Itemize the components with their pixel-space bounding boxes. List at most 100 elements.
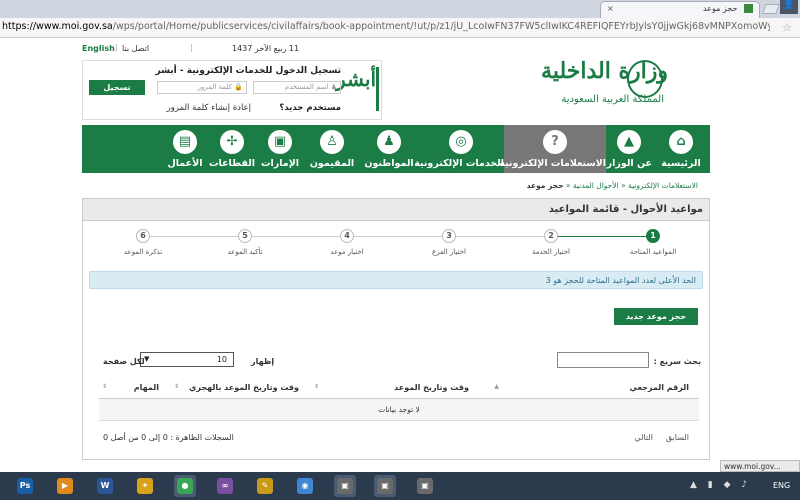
top-links-bar: 11 ربيع الآخر 1437 | اتصل بنا | English — [82, 42, 710, 56]
taskbar-app[interactable]: ◉ — [294, 475, 316, 497]
password-placeholder: كلمة المرور — [197, 83, 233, 91]
user-profile-icon[interactable]: 👤 — [780, 0, 798, 14]
nav-label: الرئيسية — [661, 158, 701, 169]
nav-item-about[interactable]: ▲ عن الوزارة — [601, 125, 652, 173]
step-label: اختيار الفرع — [432, 248, 466, 256]
show-label: إظهار — [251, 357, 275, 366]
language-indicator[interactable]: ENG — [773, 481, 790, 490]
moi-page: 11 ربيع الآخر 1437 | اتصل بنا | English … — [82, 38, 710, 460]
nav-item-sectors[interactable]: ✢ القطاعات — [208, 125, 256, 173]
divider: | — [190, 43, 193, 52]
step-3: 3 اختيار الفرع — [404, 229, 494, 256]
residents-icon: ♙ — [320, 130, 344, 154]
panel-title: مواعيد الأحوال - قائمة المواعيد — [83, 199, 709, 221]
system-tray[interactable]: ▲ ▮ ◆ ♪ — [690, 480, 760, 492]
ministry-logo-subtitle: المملكة العربية السعودية — [561, 94, 664, 105]
nav-label: المقيمون — [309, 158, 355, 169]
nav-item-business[interactable]: ▤ الأعمال — [162, 125, 208, 173]
max-appointments-notice: الحد الأعلى لعدد المواعيد المتاحة للحجز … — [89, 271, 703, 289]
contact-us-link[interactable]: اتصل بنا — [122, 44, 149, 53]
sort-icon[interactable]: ⇕ — [102, 383, 107, 390]
nav-item-eservices[interactable]: ◎ الخدمات الإلكترونية — [414, 125, 504, 173]
nav-label: الاستعلامات الإلكترونية — [499, 158, 606, 169]
screen-capture-2-icon: ▣ — [377, 478, 393, 494]
user-icon: ♟ — [328, 83, 337, 91]
step-label: اختيار موعد — [330, 248, 364, 256]
prev-page-link[interactable]: السابق — [666, 433, 689, 442]
taskbar-app[interactable]: W — [94, 475, 116, 497]
appointments-table: الرقم المرجعي ▲ وقت وتاريخ الموعد ⇕ وقت … — [99, 377, 699, 423]
breadcrumb-current: حجز موعد — [526, 181, 564, 190]
breadcrumb-separator: « — [565, 181, 571, 190]
taskbar-app[interactable]: ▣ — [414, 475, 436, 497]
taskbar-app[interactable]: ✦ — [134, 475, 156, 497]
nav-label: عن الوزارة — [601, 158, 652, 169]
dropdown-arrow-icon: ▼ — [144, 355, 150, 363]
english-link[interactable]: English — [82, 44, 115, 53]
new-booking-button[interactable]: حجز موعد جديد — [614, 308, 698, 325]
taskbar-app[interactable]: ✎ — [254, 475, 276, 497]
username-input[interactable]: ♟ اسم المستخدم — [253, 81, 341, 94]
taskbar-app[interactable]: ▣ — [374, 475, 396, 497]
breadcrumb-item-inquiries[interactable]: الاستعلامات الإلكترونية — [628, 181, 698, 190]
address-bar[interactable]: https://www.moi.gov.sa/wps/portal/Home/p… — [0, 18, 800, 38]
column-reference-number[interactable]: الرقم المرجعي — [630, 383, 689, 392]
divider: | — [115, 43, 118, 52]
ministry-logo-title[interactable]: وزارة الداخلية — [541, 58, 668, 84]
word-icon: W — [97, 478, 113, 494]
nav-item-citizens[interactable]: ♟ المواطنون — [360, 125, 418, 173]
appointments-panel: مواعيد الأحوال - قائمة المواعيد 1 المواع… — [82, 198, 710, 460]
status-link-preview: www.moi.gov... — [720, 460, 800, 472]
breadcrumb-item-civil-affairs[interactable]: الأحوال المدنية — [573, 181, 619, 190]
new-tab-button[interactable] — [762, 4, 780, 14]
taskbar-app[interactable]: ▶ — [54, 475, 76, 497]
column-appointment-datetime[interactable]: وقت وتاريخ الموعد — [394, 383, 469, 392]
nav-label: المواطنون — [364, 158, 414, 169]
nav-item-home[interactable]: ⌂ الرئيسية — [652, 125, 710, 173]
taskbar-app[interactable]: ▣ — [334, 475, 356, 497]
photoshop-icon: Ps — [17, 478, 33, 494]
chrome-icon: ● — [177, 478, 193, 494]
step-number: 6 — [136, 229, 150, 243]
quick-search-label: بحث سريع : — [653, 357, 701, 366]
sort-icon[interactable]: ⇕ — [174, 383, 179, 390]
taskbar-app-active[interactable]: ● — [174, 475, 196, 497]
media-player-icon: ▶ — [57, 478, 73, 494]
browser-tab[interactable]: حجز موعد × — [600, 1, 760, 18]
nav-item-inquiries[interactable]: ? الاستعلامات الإلكترونية — [499, 125, 606, 173]
taskbar-app[interactable]: ∞ — [214, 475, 236, 497]
quick-search-input[interactable] — [557, 352, 649, 368]
column-tasks: المهام — [133, 383, 159, 392]
step-number: 1 — [646, 229, 660, 243]
reset-password-link[interactable]: إعادة إنشاء كلمة المرور — [167, 103, 251, 113]
step-1: 1 المواعيد المتاحة — [608, 229, 698, 256]
visual-studio-icon: ∞ — [217, 478, 233, 494]
next-page-link[interactable]: التالي — [634, 433, 653, 442]
password-input[interactable]: 🔒 كلمة المرور — [157, 81, 247, 94]
sort-icon[interactable]: ⇕ — [314, 383, 319, 390]
url-text[interactable]: https://www.moi.gov.sa/wps/portal/Home/p… — [0, 21, 770, 35]
close-tab-icon[interactable]: × — [607, 4, 614, 13]
bookmark-star-icon[interactable]: ☆ — [782, 21, 792, 34]
absher-login-box: أبشر تسجيل الدخول للخدمات الإلكترونية - … — [82, 60, 382, 120]
bird-app-icon: ✦ — [137, 478, 153, 494]
nav-item-regions[interactable]: ▣ الإمارات — [256, 125, 304, 173]
nav-item-residents[interactable]: ♙ المقيمون — [304, 125, 360, 173]
step-label: اختيار الخدمة — [531, 248, 570, 256]
regions-icon: ▣ — [268, 130, 292, 154]
login-button[interactable]: تسجيل الدخول — [89, 80, 145, 107]
step-label: تأكيد الموعد — [227, 248, 263, 256]
globe-icon: ◎ — [449, 130, 473, 154]
new-user-link[interactable]: مستخدم جديد؟ — [279, 103, 341, 113]
step-label: تذكرة الموعد — [123, 248, 163, 256]
pen-tool-icon: ✎ — [257, 478, 273, 494]
taskbar-app[interactable]: Ps — [14, 475, 36, 497]
main-nav: ⌂ الرئيسية ▲ عن الوزارة ? الاستعلامات ال… — [82, 125, 710, 173]
absher-logo: أبشر — [336, 67, 379, 111]
page-size-select[interactable]: 10 ▼ — [140, 352, 234, 367]
screen-capture-3-icon: ▣ — [417, 478, 433, 494]
sort-asc-icon[interactable]: ▲ — [494, 383, 499, 390]
column-appointment-datetime-hijri[interactable]: وقت وتاريخ الموعد بالهجري — [189, 383, 299, 392]
step-label: المواعيد المتاحة — [629, 248, 677, 256]
booking-steps: 1 المواعيد المتاحة 2 اختيار الخدمة 3 اخت… — [83, 229, 709, 261]
